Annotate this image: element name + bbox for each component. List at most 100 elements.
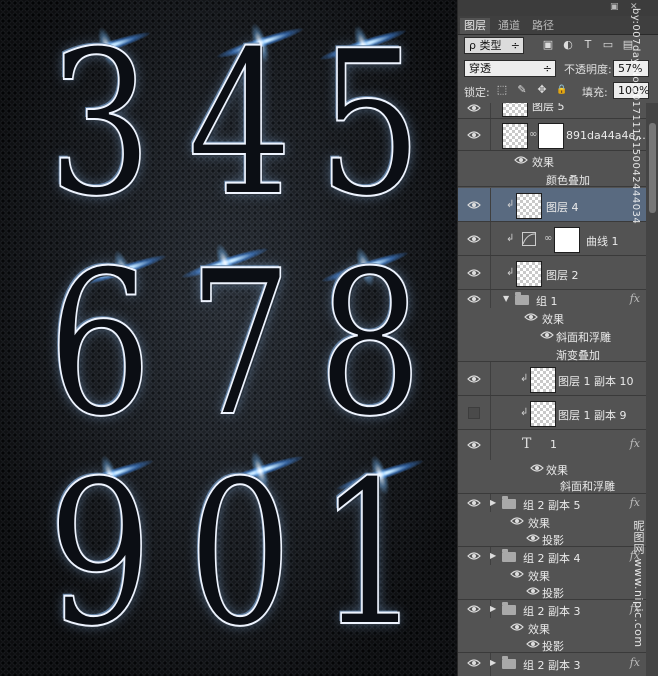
collapse-arrow-icon[interactable]: ▶ (490, 604, 496, 613)
layer-row[interactable]: ↲ ∞ 曲线 1 (458, 222, 646, 256)
visibility-toggle-empty[interactable] (468, 407, 480, 419)
fx-icon[interactable]: fx (630, 656, 640, 669)
type-filter-icon[interactable]: T (582, 39, 594, 51)
group-name: 组 2 副本 5 (523, 499, 581, 512)
layers-list: 图层 5 ∞ 891da44a4e... 效果 颜色叠加 ↲ 图层 4 ↲ ∞ … (458, 103, 646, 676)
lock-position-icon[interactable]: ✥ (536, 84, 548, 96)
visibility-eye-icon[interactable] (467, 130, 481, 140)
lock-paint-icon[interactable]: ✎ (516, 84, 528, 96)
collapse-arrow-icon[interactable]: ▶ (490, 551, 496, 560)
effect-item-row[interactable]: 渐变叠加 (458, 344, 646, 362)
visibility-eye-icon[interactable] (467, 440, 481, 450)
panel-title-bar: ▣ ✕ (458, 0, 658, 16)
effect-item-row[interactable]: 斜面和浮雕 (458, 326, 646, 344)
tab-paths[interactable]: 路径 (528, 18, 558, 34)
layer-row[interactable]: ↲ 图层 2 (458, 256, 646, 290)
chrome-digit: 5 (317, 8, 423, 241)
visibility-eye-icon[interactable] (467, 498, 481, 508)
visibility-eye-icon[interactable] (467, 294, 481, 304)
visibility-eye-icon[interactable] (526, 639, 540, 649)
folder-icon (515, 292, 529, 305)
chain-link-icon[interactable]: ∞ (529, 129, 537, 140)
effects-row[interactable]: 效果 (458, 151, 646, 169)
document-canvas[interactable]: 3 4 5 6 7 8 9 0 1 (0, 0, 457, 676)
effects-row[interactable]: 效果 (458, 512, 646, 530)
group-row[interactable]: ▶ 组 2 副本 5 fx (458, 494, 646, 512)
blend-mode-select[interactable]: 穿透 ÷ (464, 60, 556, 77)
layer-row[interactable]: ∞ 891da44a4e... (458, 119, 646, 151)
watermark-id-text: by:007day No:20171115150042444034 (630, 8, 641, 225)
visibility-eye-icon[interactable] (467, 604, 481, 614)
group-name: 组 2 副本 3 (523, 605, 581, 618)
fx-icon[interactable]: fx (630, 292, 640, 305)
effects-row[interactable]: 效果 (458, 460, 646, 477)
visibility-eye-icon[interactable] (540, 330, 554, 340)
expand-arrow-icon[interactable]: ▼ (503, 294, 509, 303)
effect-name: 投影 (542, 534, 564, 547)
lock-transparent-icon[interactable]: ⬚ (496, 84, 508, 96)
fx-icon[interactable]: fx (630, 437, 640, 450)
layers-scrollbar[interactable] (646, 103, 658, 676)
effect-name: 斜面和浮雕 (560, 480, 615, 493)
visibility-eye-icon[interactable] (467, 268, 481, 278)
chain-link-icon[interactable]: ∞ (544, 233, 552, 244)
chrome-digit: 0 (187, 438, 293, 671)
collapse-arrow-icon[interactable]: ▶ (490, 658, 496, 667)
visibility-eye-icon[interactable] (467, 200, 481, 210)
fx-icon[interactable]: fx (630, 496, 640, 509)
tab-channels[interactable]: 通道 (494, 18, 524, 34)
image-filter-icon[interactable]: ▣ (542, 39, 554, 51)
visibility-eye-icon[interactable] (510, 516, 524, 526)
visibility-eye-icon[interactable] (524, 312, 538, 322)
layer-thumbnail (502, 123, 528, 149)
tab-layers[interactable]: 图层 (460, 18, 490, 34)
visibility-eye-icon[interactable] (467, 103, 481, 113)
visibility-eye-icon[interactable] (467, 234, 481, 244)
layer-row[interactable]: ↲ 图层 1 副本 9 (458, 396, 646, 430)
shape-filter-icon[interactable]: ▭ (602, 39, 614, 51)
layer-thumbnail (502, 103, 528, 117)
group-row[interactable]: ▶ 组 2 副本 4 fx (458, 547, 646, 565)
visibility-eye-icon[interactable] (514, 155, 528, 165)
effect-item-row[interactable]: 投影 (458, 582, 646, 600)
effect-item-row[interactable]: 投影 (458, 635, 646, 653)
layer-row-selected[interactable]: ↲ 图层 4 (458, 188, 646, 222)
layer-name: 图层 2 (546, 269, 579, 282)
visibility-eye-icon[interactable] (530, 463, 544, 473)
layer-row[interactable]: ↲ 图层 1 副本 10 (458, 362, 646, 396)
visibility-eye-icon[interactable] (467, 658, 481, 668)
group-row[interactable]: ▶ 组 2 副本 3 fx (458, 653, 646, 676)
visibility-eye-icon[interactable] (467, 551, 481, 561)
effect-item-row[interactable]: 颜色叠加 (458, 169, 646, 187)
effect-name: 斜面和浮雕 (556, 331, 611, 344)
layer-mask-thumbnail[interactable] (554, 227, 580, 253)
collapse-arrow-icon[interactable]: ▶ (490, 498, 496, 507)
visibility-eye-icon[interactable] (526, 533, 540, 543)
effect-item-row[interactable]: 斜面和浮雕 (458, 476, 646, 494)
group-row[interactable]: ▶ 组 2 副本 3 fx (458, 600, 646, 618)
layer-mask-thumbnail[interactable] (538, 123, 564, 149)
group-name: 组 2 副本 3 (523, 659, 581, 672)
effect-item-row[interactable]: 投影 (458, 529, 646, 547)
collapse-icon[interactable]: ▣ (610, 3, 620, 12)
visibility-eye-icon[interactable] (510, 569, 524, 579)
layer-filter-select[interactable]: ρ 类型 ÷ (464, 37, 524, 54)
lock-all-icon[interactable]: 🔒 (556, 84, 568, 96)
group-row[interactable]: ▼ 组 1 fx (458, 290, 646, 308)
type-layer-row[interactable]: T 1 fx (458, 430, 646, 460)
effects-row[interactable]: 效果 (458, 308, 646, 326)
clipping-arrow-icon: ↲ (506, 267, 515, 278)
visibility-eye-icon[interactable] (510, 622, 524, 632)
adjustment-filter-icon[interactable]: ◐ (562, 39, 574, 51)
visibility-eye-icon[interactable] (467, 374, 481, 384)
lock-label: 锁定: (464, 86, 490, 99)
fill-label: 填充: (582, 86, 608, 99)
visibility-eye-icon[interactable] (526, 586, 540, 596)
chrome-digit: 1 (317, 438, 423, 671)
effects-row[interactable]: 效果 (458, 565, 646, 583)
layer-row[interactable]: 图层 5 (458, 103, 646, 119)
chrome-digit: 7 (187, 228, 293, 461)
clipping-arrow-icon: ↲ (520, 407, 529, 418)
effects-row[interactable]: 效果 (458, 618, 646, 636)
scrollbar-thumb[interactable] (649, 123, 656, 213)
